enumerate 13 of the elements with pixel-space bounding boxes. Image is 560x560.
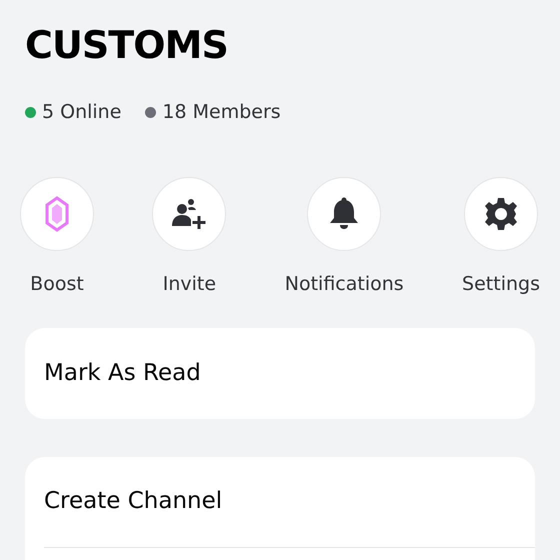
action-label: Settings	[462, 272, 540, 296]
settings-icon	[484, 196, 518, 230]
person-add-icon	[171, 198, 208, 230]
server-name: CUSTOMS	[25, 22, 228, 68]
action-label: Notifications	[284, 272, 404, 296]
action-label: Invite	[162, 272, 216, 296]
menu-item[interactable]: Mark As Read	[25, 328, 535, 418]
menu-item[interactable]: Create Channel	[44, 456, 535, 548]
member-count: 5 Online	[42, 100, 122, 125]
bell-icon	[329, 196, 360, 230]
action-label: Boost	[30, 272, 84, 296]
member-count: 18 Members	[162, 100, 281, 125]
gem-icon	[45, 196, 69, 232]
